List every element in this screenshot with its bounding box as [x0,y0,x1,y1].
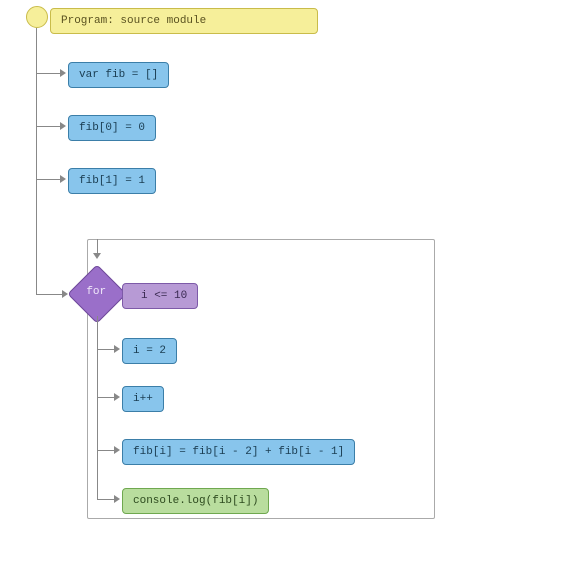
stmt-fib1-text: fib[1] = 1 [79,175,145,187]
loop-update: i++ [122,386,164,412]
loop-update-text: i++ [133,393,153,405]
stmt-fib1: fib[1] = 1 [68,168,156,194]
loop-condition: i <= 10 [122,283,198,309]
program-title-text: Program: source module [61,15,206,27]
loop-condition-text: i <= 10 [141,290,187,302]
stmt-var-fib: var fib = [] [68,62,169,88]
loop-init: i = 2 [122,338,177,364]
loop-body: fib[i] = fib[i - 2] + fib[i - 1] [122,439,355,465]
loop-body-text: fib[i] = fib[i - 2] + fib[i - 1] [133,446,344,458]
for-keyword-text: for [86,286,106,298]
loop-log: console.log(fib[i]) [122,488,269,514]
loop-container [87,239,435,519]
loop-log-text: console.log(fib[i]) [133,495,258,507]
start-node [26,6,48,28]
stmt-fib0-text: fib[0] = 0 [79,122,145,134]
stmt-var-fib-text: var fib = [] [79,69,158,81]
program-title-box: Program: source module [50,8,318,34]
stmt-fib0: fib[0] = 0 [68,115,156,141]
loop-init-text: i = 2 [133,345,166,357]
